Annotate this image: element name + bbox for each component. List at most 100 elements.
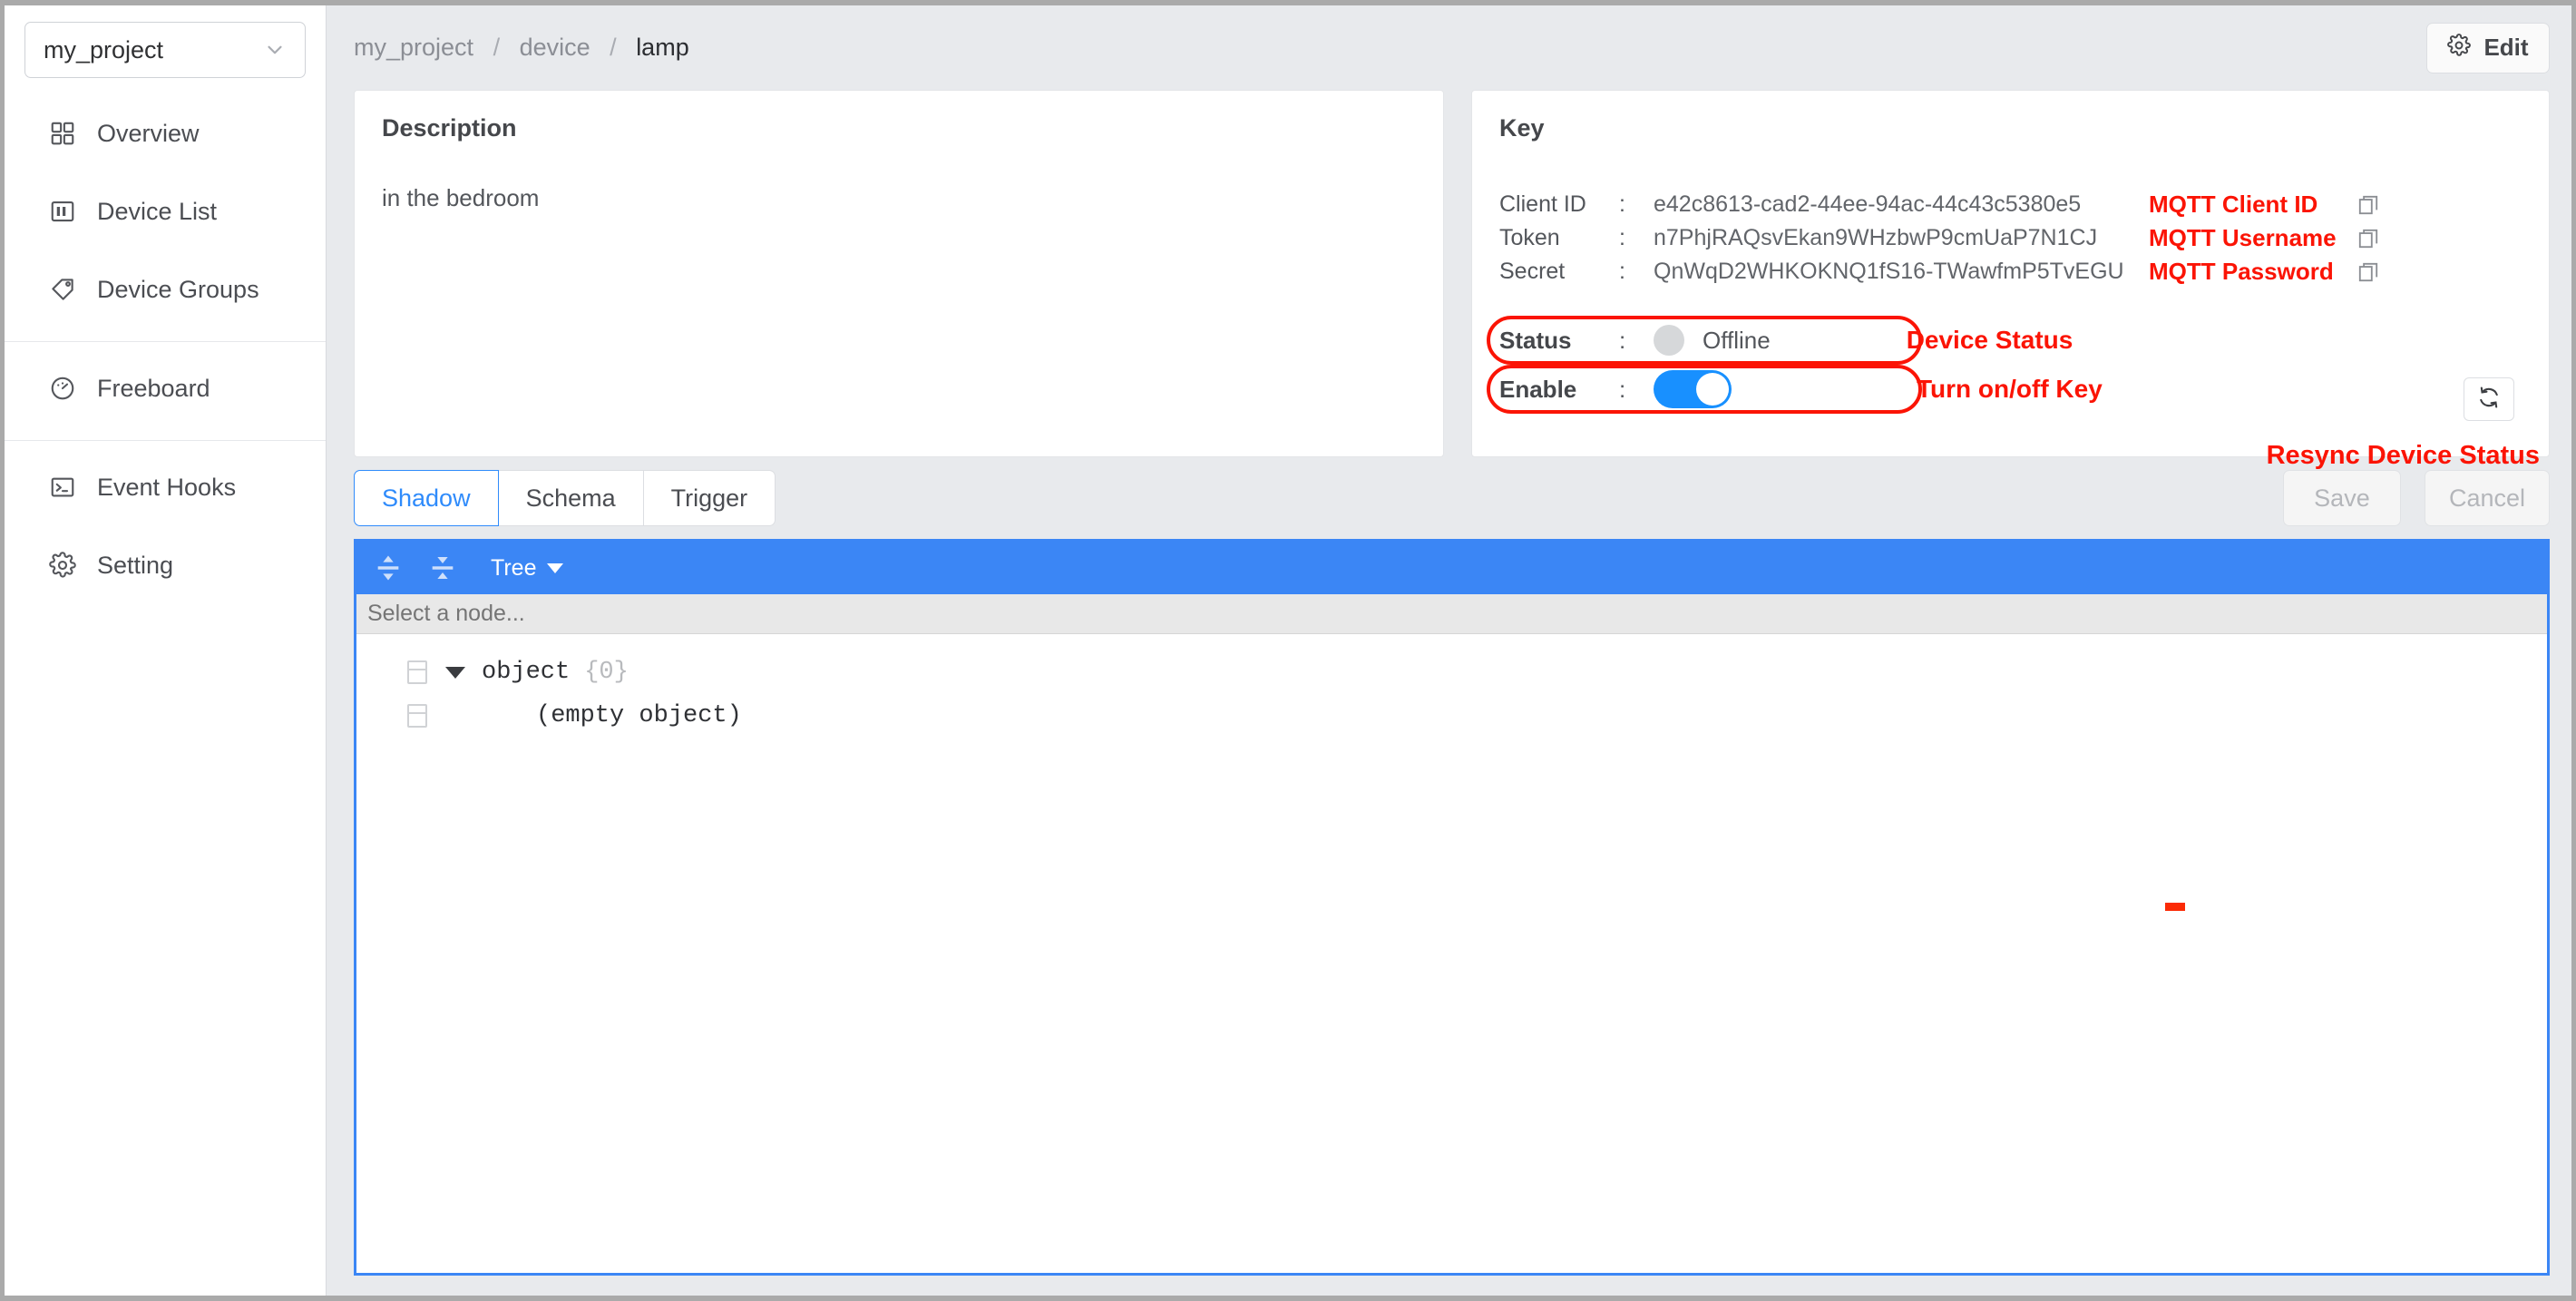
status-badge: Offline — [1703, 326, 1771, 354]
sidebar-item-label: Device List — [97, 197, 218, 225]
breadcrumb-separator: / — [493, 34, 501, 61]
tab-shadow[interactable]: Shadow — [354, 470, 499, 526]
description-title: Description — [382, 114, 517, 142]
colon: : — [1619, 375, 1626, 403]
refresh-icon — [2476, 385, 2502, 415]
breadcrumb-middle[interactable]: device — [520, 34, 590, 61]
annotation-dash-mark — [2165, 903, 2185, 911]
annotation-mqtt-username: MQTT Username — [2149, 224, 2337, 251]
drag-handle-icon[interactable] — [407, 660, 427, 684]
secret-label: Secret — [1499, 259, 1566, 284]
sidebar-group-2: Freeboard — [5, 341, 326, 440]
json-editor-toolbar: Tree — [356, 542, 2547, 594]
grid-icon — [48, 119, 77, 148]
cancel-button[interactable]: Cancel — [2424, 470, 2550, 526]
sidebar-item-label: Device Groups — [97, 275, 259, 303]
editor-mode-dropdown[interactable]: Tree — [491, 554, 564, 582]
sidebar-item-setting[interactable]: Setting — [5, 526, 326, 604]
sidebar-group-1: Overview Device List Device Groups — [5, 87, 326, 341]
status-row: Status : Offline Device Status — [1487, 316, 2522, 365]
gear-icon — [2447, 34, 2472, 62]
client-id-value: e42c8613-cad2-44ee-94ac-44c43c5380e5 — [1654, 191, 2082, 217]
expand-all-icon[interactable] — [373, 553, 404, 583]
sidebar-item-overview[interactable]: Overview — [5, 94, 326, 172]
client-id-label: Client ID — [1499, 191, 1586, 217]
gear-icon — [48, 551, 77, 580]
chevron-down-icon — [263, 38, 287, 62]
tree-empty-label: (empty object) — [536, 702, 742, 729]
sidebar-item-freeboard[interactable]: Freeboard — [5, 349, 326, 427]
board-icon — [48, 197, 77, 226]
copy-icon[interactable] — [2356, 260, 2380, 284]
colon: : — [1619, 191, 1625, 217]
tree-node-label: object — [482, 659, 571, 686]
sidebar-item-event-hooks[interactable]: Event Hooks — [5, 448, 326, 526]
toggle-knob — [1696, 373, 1729, 406]
enable-toggle[interactable] — [1654, 370, 1732, 408]
breadcrumb-root[interactable]: my_project — [354, 34, 473, 61]
caret-down-icon — [547, 562, 564, 573]
enable-row: Enable : Turn on/off Key — [1487, 365, 2522, 414]
sidebar-item-device-list[interactable]: Device List — [5, 172, 326, 250]
tag-icon — [48, 275, 77, 304]
panels-row: Description in the bedroom Key Client ID… — [327, 90, 2571, 470]
table-row: Token : n7PhjRAQsvEkan9WHzbwP9cmUaP7N1CJ… — [1499, 221, 2522, 255]
description-body: in the bedroom — [382, 184, 540, 211]
edit-button-label: Edit — [2483, 34, 2529, 61]
colon: : — [1619, 259, 1625, 284]
sidebar-item-label: Event Hooks — [97, 473, 237, 501]
save-button[interactable]: Save — [2282, 470, 2401, 526]
annotation-turn-on-off-key: Turn on/off Key — [1917, 375, 2103, 403]
tree-row-object[interactable]: object {0} — [356, 650, 2547, 694]
sidebar-item-label: Freeboard — [97, 374, 210, 402]
sidebar-item-label: Overview — [97, 119, 200, 147]
application-window: my_project Overview Device List Device G… — [0, 0, 2576, 1301]
table-row: Client ID : e42c8613-cad2-44ee-94ac-44c4… — [1499, 188, 2522, 221]
annotation-device-status: Device Status — [1906, 326, 2073, 354]
tree-node-count: {0} — [584, 659, 629, 686]
copy-icon[interactable] — [2356, 227, 2380, 250]
tabs-row: Shadow Schema Trigger Save Cancel — [327, 457, 2571, 911]
resync-button[interactable] — [2464, 377, 2514, 421]
json-editor: Tree object {0} — [354, 539, 2550, 1276]
table-row: Secret : QnWqD2WHKOKNQ1fS16-TWawfmP5TvEG… — [1499, 255, 2522, 289]
breadcrumb-current: lamp — [636, 34, 689, 61]
expand-triangle-icon[interactable] — [445, 666, 465, 679]
main-content: my_project / device / lamp Edit Descript… — [327, 5, 2571, 1296]
sidebar-group-3: Event Hooks Setting — [5, 440, 326, 617]
toggles-block: Status : Offline Device Status Enable : … — [1487, 316, 2522, 414]
token-value: n7PhjRAQsvEkan9WHzbwP9cmUaP7N1CJ — [1654, 225, 2098, 250]
sidebar-item-label: Setting — [97, 551, 174, 579]
tab-schema[interactable]: Schema — [497, 470, 644, 526]
token-label: Token — [1499, 225, 1560, 250]
node-search-bar — [356, 594, 2547, 634]
colon: : — [1619, 225, 1625, 250]
enable-label: Enable — [1499, 375, 1577, 403]
drag-handle-icon[interactable] — [407, 704, 427, 728]
project-selector-value: my_project — [44, 35, 164, 64]
annotation-mqtt-password: MQTT Password — [2149, 258, 2334, 285]
colon: : — [1619, 326, 1626, 354]
tab-trigger[interactable]: Trigger — [642, 470, 776, 526]
key-panel: Key Client ID : e42c8613-cad2-44ee-94ac-… — [1471, 90, 2550, 470]
json-editor-container: Tree object {0} — [327, 539, 2571, 1296]
edit-button[interactable]: Edit — [2426, 22, 2550, 73]
secret-value: QnWqD2WHKOKNQ1fS16-TWawfmP5TvEGU — [1654, 259, 2124, 284]
json-tree: object {0} (empty object) — [356, 634, 2547, 738]
annotation-mqtt-client-id: MQTT Client ID — [2149, 191, 2318, 218]
sidebar-item-device-groups[interactable]: Device Groups — [5, 250, 326, 328]
search-input[interactable] — [367, 601, 730, 627]
status-indicator-dot — [1654, 325, 1684, 356]
tree-row-empty[interactable]: (empty object) — [356, 694, 2547, 738]
copy-icon[interactable] — [2356, 193, 2380, 217]
key-title: Key — [1499, 114, 1545, 142]
gauge-icon — [48, 374, 77, 403]
tab-group: Shadow Schema Trigger — [354, 470, 776, 526]
topbar: my_project / device / lamp Edit — [327, 5, 2571, 90]
breadcrumb-separator: / — [610, 34, 617, 61]
collapse-all-icon[interactable] — [427, 553, 458, 583]
breadcrumb: my_project / device / lamp — [354, 34, 689, 62]
editor-mode-label: Tree — [491, 554, 537, 581]
project-selector[interactable]: my_project — [24, 22, 306, 78]
description-panel: Description in the bedroom — [354, 90, 1444, 457]
